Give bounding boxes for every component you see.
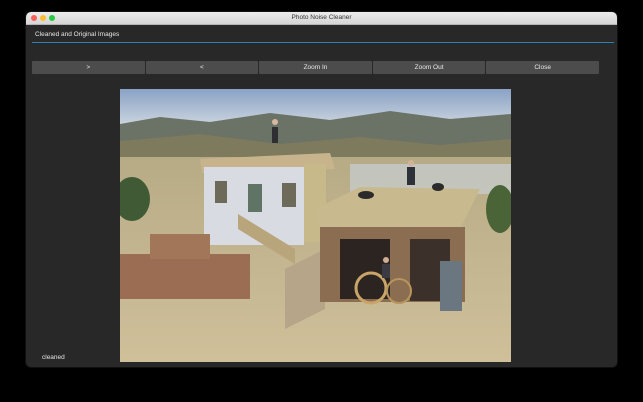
toolbar: > < Zoom In Zoom Out Close xyxy=(32,61,599,74)
photo-image xyxy=(120,89,511,362)
title-bar: Photo Noise Cleaner xyxy=(26,12,617,25)
panel-title: Cleaned and Original Images xyxy=(35,31,120,38)
photo-view xyxy=(120,89,511,362)
panel-divider xyxy=(32,42,614,43)
zoom-out-button[interactable]: Zoom Out xyxy=(372,61,486,74)
zoom-in-button[interactable]: Zoom In xyxy=(259,61,372,74)
window-title: Photo Noise Cleaner xyxy=(291,14,352,21)
next-image-button[interactable]: > xyxy=(32,61,145,74)
close-button[interactable]: Close xyxy=(486,61,599,74)
app-window: Photo Noise Cleaner Cleaned and Original… xyxy=(26,12,617,367)
previous-image-button[interactable]: < xyxy=(145,61,259,74)
image-caption: cleaned xyxy=(42,354,65,361)
